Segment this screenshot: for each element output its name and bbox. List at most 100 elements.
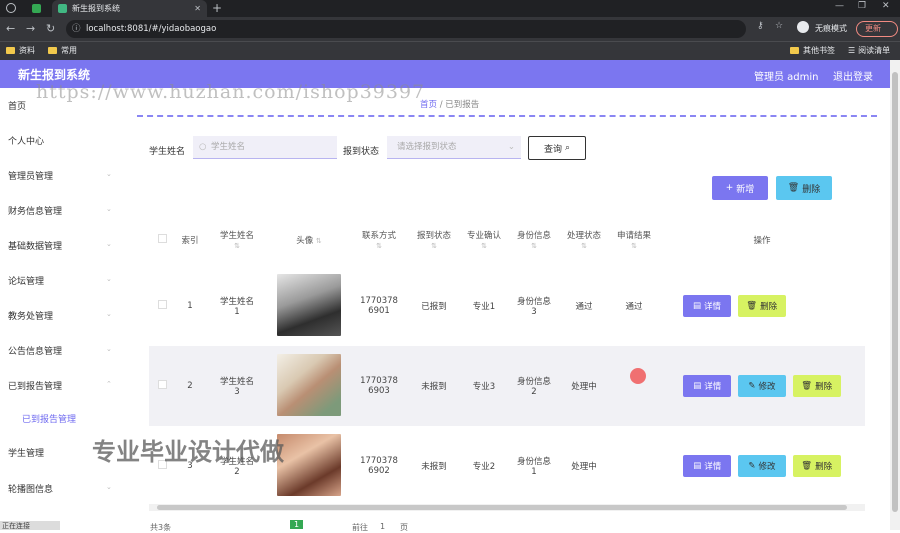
pagination: 共3条 1 前往 1 页 — [150, 520, 550, 532]
cell-process: 通过 — [575, 302, 593, 312]
other-bookmarks[interactable]: 其他书签 — [790, 45, 835, 56]
chevron-down-icon: ⌄ — [106, 240, 112, 248]
sidebar-item-home[interactable]: 首页 — [8, 99, 26, 112]
cell-index: 1 — [187, 301, 193, 311]
sort-icon[interactable]: ⇅ — [531, 242, 537, 250]
update-button[interactable]: 更新 — [856, 21, 898, 37]
col-header-report-status[interactable]: 报到状态 ⇅ — [409, 214, 459, 266]
tab-bar: 新生报到系统 ✕ + — ❐ ✕ — [0, 0, 900, 17]
col-header-identity[interactable]: 身份信息 ⇅ — [509, 214, 559, 266]
table-horizontal-scrollbar[interactable] — [149, 504, 865, 511]
delete-button[interactable]: 🗑 删除 — [737, 295, 786, 317]
sort-icon[interactable]: ⇅ — [481, 242, 487, 250]
chevron-down-icon: ⌄ — [106, 310, 112, 318]
sidebar-item-admin[interactable]: 管理员管理 — [8, 169, 53, 182]
chevron-down-icon: ⌄ — [106, 205, 112, 213]
bookmark-folder-2[interactable]: 常用 — [48, 45, 77, 56]
cell-identity: 身份信息 2 — [516, 377, 551, 397]
sidebar-item-basic-data[interactable]: 基础数据管理 — [8, 239, 62, 252]
sidebar-item-forum[interactable]: 论坛管理 — [8, 274, 44, 287]
detail-icon: ▤ — [693, 461, 702, 471]
sidebar-item-academic[interactable]: 教务处管理 — [8, 309, 53, 322]
browser-chrome: 新生报到系统 ✕ + — ❐ ✕ ← → ↻ ⓘ localhost:8081/… — [0, 0, 900, 60]
reload-icon[interactable]: ↻ — [46, 21, 55, 37]
sidebar-item-personal[interactable]: 个人中心 — [8, 134, 44, 147]
cell-report-status: 未报到 — [421, 462, 447, 472]
star-icon[interactable]: ☆ — [775, 21, 783, 31]
report-status-label: 报到状态 — [343, 147, 380, 157]
bookmark-folder-1[interactable]: 资料 — [6, 45, 35, 56]
pagination-page[interactable]: 1 — [290, 520, 304, 529]
page-scrollbar-thumb[interactable] — [892, 72, 898, 512]
new-tab-icon[interactable]: + — [212, 1, 222, 15]
select-all-checkbox[interactable] — [157, 234, 167, 243]
sidebar-item-students[interactable]: 学生管理 — [8, 446, 44, 459]
reading-list[interactable]: ☰ 阅读清单 — [848, 45, 890, 56]
cell-name: 学生姓名 3 — [219, 377, 254, 397]
col-header-phone[interactable]: 联系方式 ⇅ — [349, 214, 409, 266]
delete-button[interactable]: 🗑 删除 — [792, 455, 841, 477]
sort-icon[interactable]: ⇅ — [234, 242, 240, 250]
sort-icon[interactable]: ⇅ — [316, 237, 322, 245]
back-icon[interactable]: ← — [6, 21, 15, 37]
logout-link[interactable]: 退出登录 — [833, 68, 873, 83]
key-icon[interactable]: ⚷ — [757, 21, 764, 31]
browser-menu-icon[interactable] — [6, 3, 16, 13]
chevron-down-icon: ⌄ — [507, 142, 515, 152]
info-icon[interactable]: ⓘ — [72, 20, 81, 38]
table-scrollbar-thumb[interactable] — [157, 505, 847, 510]
window-minimize-icon[interactable]: — — [835, 1, 844, 11]
page-scrollbar[interactable] — [890, 60, 900, 530]
detail-button[interactable]: ▤ 详情 — [683, 455, 732, 477]
sort-icon[interactable]: ⇅ — [376, 242, 382, 250]
row-checkbox[interactable] — [157, 300, 167, 309]
add-button[interactable]: + 新增 — [712, 176, 768, 200]
table-row[interactable]: 2 学生姓名 3 1770378 6903 未报到 专业3 身份信息 2 处理中 ▤ 详… — [149, 346, 865, 426]
col-header-name[interactable]: 学生姓名 ⇅ — [205, 214, 269, 266]
window-restore-icon[interactable]: ❐ — [858, 1, 866, 11]
tab-active[interactable]: 新生报到系统 ✕ — [52, 0, 207, 17]
tab-close-icon[interactable]: ✕ — [194, 4, 201, 13]
pagination-total: 共3条 — [150, 523, 172, 532]
col-header-major[interactable]: 专业确认 ⇅ — [459, 214, 509, 266]
report-status-select[interactable]: 请选择报到状态 ⌄ — [387, 136, 521, 159]
sidebar-item-report[interactable]: 已到报告管理 — [8, 379, 62, 392]
sort-icon[interactable]: ⇅ — [631, 242, 637, 250]
tab-favicon-green[interactable] — [32, 4, 41, 13]
col-header-avatar[interactable]: 头像 ⇅ — [269, 214, 349, 266]
sort-icon[interactable]: ⇅ — [431, 242, 437, 250]
trash-icon: 🗑 — [801, 461, 813, 471]
user-label: 管理员 admin — [754, 72, 819, 83]
bookmarks-bar: 资料 常用 其他书签 ☰ 阅读清单 — [0, 41, 900, 60]
sidebar-item-finance[interactable]: 财务信息管理 — [8, 204, 62, 217]
sidebar-item-carousel[interactable]: 轮播图信息 — [8, 482, 53, 495]
sort-icon[interactable]: ⇅ — [581, 242, 587, 250]
forward-icon[interactable]: → — [26, 21, 35, 37]
cell-name: 学生姓名 1 — [219, 297, 254, 317]
url-input[interactable]: ⓘ localhost:8081/#/yidaobaogao — [66, 20, 746, 38]
student-name-input[interactable]: ○ 学生姓名 — [193, 136, 337, 159]
edit-button[interactable]: ✎ 修改 — [738, 375, 786, 397]
col-header-process[interactable]: 处理状态 ⇅ — [559, 214, 609, 266]
chevron-down-icon: ⌄ — [106, 170, 112, 178]
window-close-icon[interactable]: ✕ — [882, 1, 890, 11]
chevron-down-icon: ⌄ — [106, 275, 112, 283]
detail-button[interactable]: ▤ 详情 — [683, 295, 731, 317]
col-header-result[interactable]: 申请结果 ⇅ — [609, 214, 659, 266]
batch-delete-button[interactable]: 🗑 删除 — [776, 176, 832, 200]
chevron-up-icon: ⌃ — [106, 380, 112, 388]
avatar — [277, 273, 341, 336]
trash-icon: 🗑 — [801, 381, 813, 391]
dashed-divider — [137, 115, 877, 117]
row-checkbox[interactable] — [157, 380, 167, 389]
query-button[interactable]: 查询 ⌕ — [528, 136, 586, 160]
plus-icon: + — [725, 183, 734, 193]
detail-button[interactable]: ▤ 详情 — [683, 375, 732, 397]
sidebar-subitem-report[interactable]: 已到报告管理 — [22, 412, 76, 425]
delete-button[interactable]: 🗑 删除 — [792, 375, 841, 397]
table-row[interactable]: 1 学生姓名 1 1770378 6901 已报到 专业1 身份信息 3 通过 通过 … — [149, 266, 865, 346]
sidebar-item-notice[interactable]: 公告信息管理 — [8, 344, 62, 357]
detail-icon: ▤ — [692, 301, 701, 311]
edit-button[interactable]: ✎ 修改 — [738, 455, 786, 477]
incognito-label: 无痕模式 — [815, 24, 847, 33]
